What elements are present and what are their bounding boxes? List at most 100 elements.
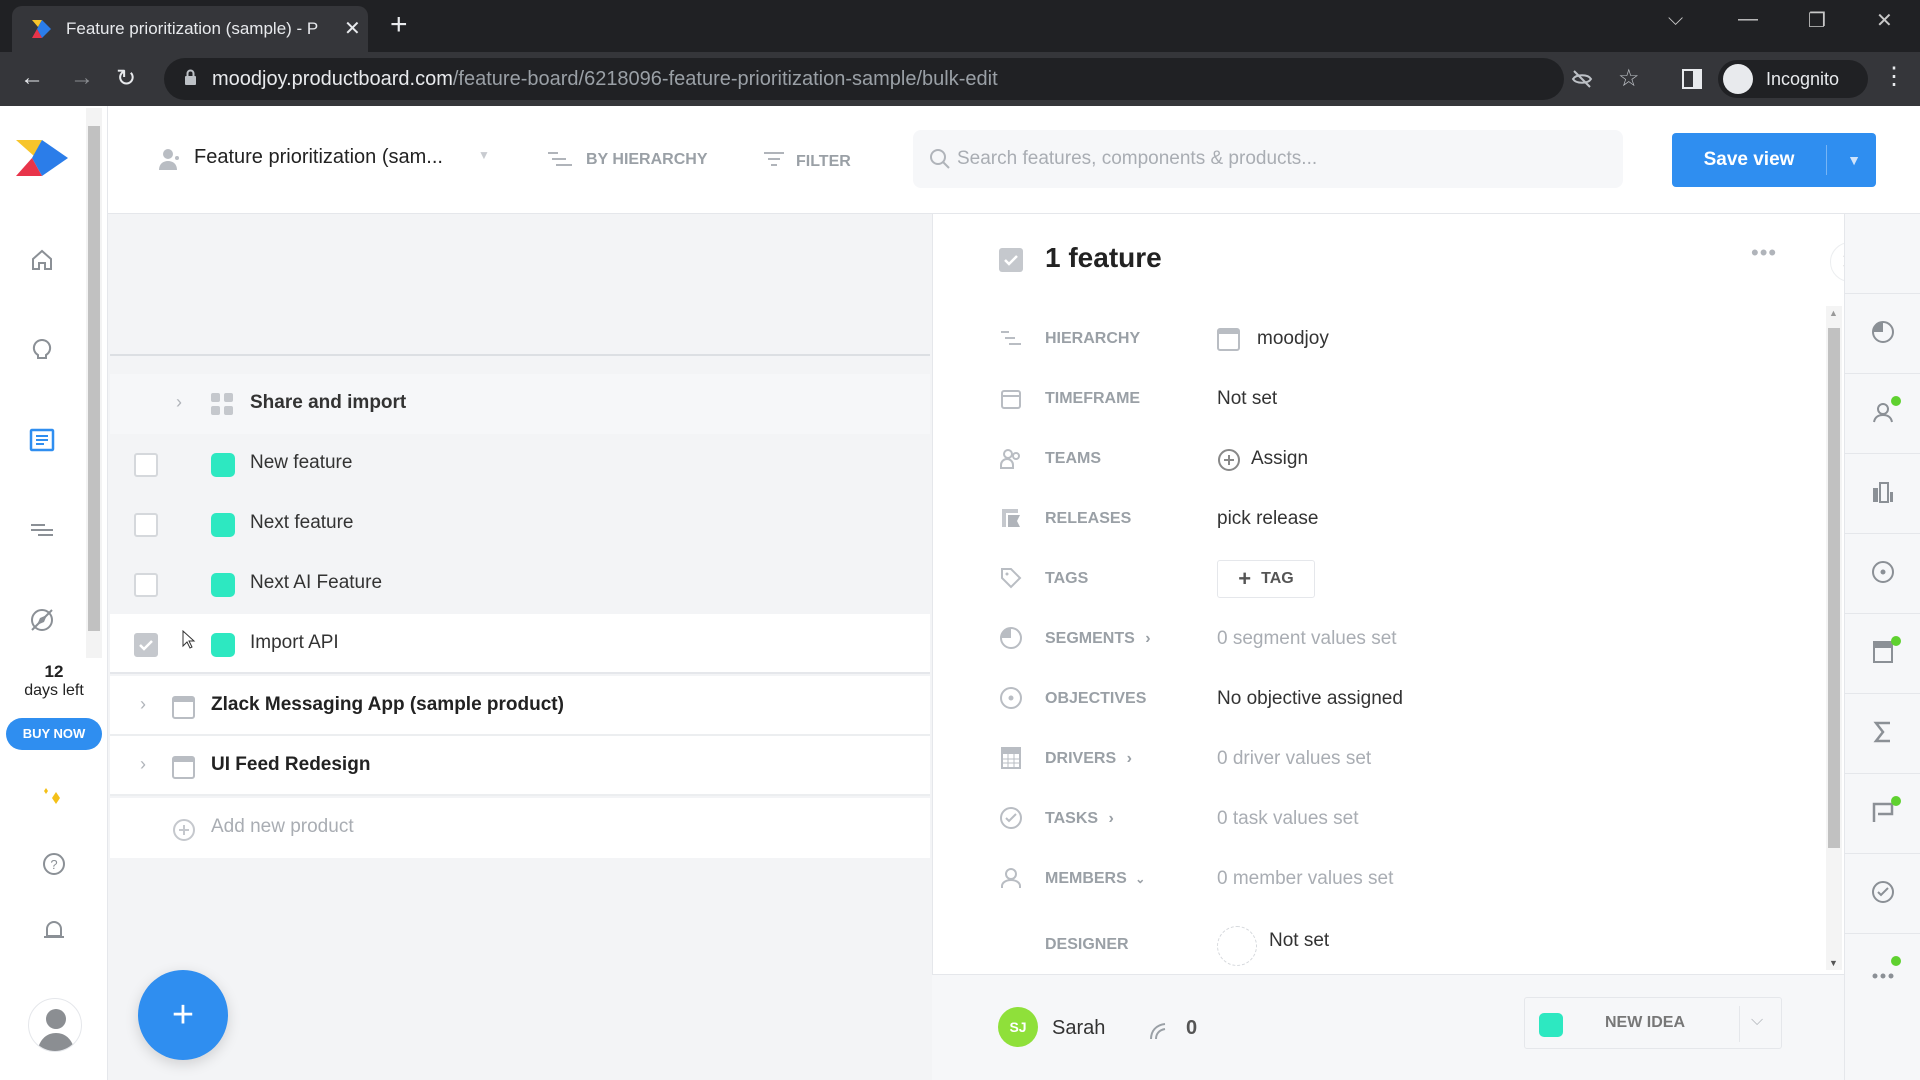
property-members: MEMBERS ⌄ 0 member values set (999, 860, 1759, 900)
user-avatar[interactable] (28, 998, 82, 1052)
browser-tab-bar: Feature prioritization (sample) - P ✕ + … (0, 0, 1920, 52)
more-options-icon[interactable]: ••• (1751, 240, 1777, 266)
rail-company-button[interactable] (1845, 454, 1920, 534)
close-window-icon[interactable]: ✕ (1876, 8, 1893, 33)
objective-value[interactable]: No objective assigned (1217, 688, 1403, 710)
product-row[interactable]: › Zlack Messaging App (sample product) (110, 676, 930, 736)
rail-segments-button[interactable] (1845, 294, 1920, 374)
indicator-dot (1891, 956, 1901, 966)
address-bar: ← → ↻ moodjoy.productboard.com/feature-b… (0, 52, 1920, 106)
create-feature-fab[interactable]: + (138, 970, 228, 1060)
tasks-icon (1872, 881, 1894, 903)
rail-sum-button[interactable] (1845, 694, 1920, 774)
roadmap-icon[interactable] (28, 516, 56, 544)
productboard-logo[interactable] (14, 138, 70, 178)
close-tab-icon[interactable]: ✕ (344, 16, 361, 41)
status-swatch (211, 633, 235, 657)
search-input[interactable] (957, 130, 1607, 188)
product-icon (1217, 328, 1240, 351)
mouse-cursor-icon (182, 630, 196, 649)
expand-chevron-icon[interactable]: › (140, 694, 146, 715)
new-tab-icon[interactable]: + (390, 8, 408, 42)
rail-tasks-button[interactable] (1845, 854, 1920, 934)
timeframe-value[interactable]: Not set (1217, 388, 1277, 410)
incognito-profile-button[interactable]: Incognito (1718, 60, 1868, 98)
drivers-label[interactable]: DRIVERS › (1045, 750, 1132, 768)
buy-now-button[interactable]: BUY NOW (6, 718, 102, 750)
back-icon[interactable]: ← (20, 64, 44, 92)
tasks-label[interactable]: TASKS › (1045, 810, 1114, 828)
pick-release-button[interactable]: pick release (1217, 508, 1318, 530)
compass-icon[interactable] (28, 606, 56, 634)
feature-checkbox-checked[interactable] (134, 633, 158, 657)
expand-chevron-icon[interactable]: › (176, 392, 182, 413)
segments-label[interactable]: SEGMENTS › (1045, 630, 1151, 648)
status-dropdown[interactable]: NEW IDEA ⌵ (1524, 997, 1782, 1049)
eye-off-icon[interactable] (1571, 69, 1593, 89)
owner-avatar[interactable]: SJ (998, 1007, 1038, 1047)
hierarchy-value[interactable]: moodjoy (1257, 328, 1329, 350)
lock-icon (185, 69, 196, 85)
feature-row[interactable]: New feature (110, 434, 930, 494)
feature-row[interactable]: Next AI Feature (110, 554, 930, 614)
lightbulb-icon[interactable] (28, 336, 56, 364)
add-new-product-button[interactable]: Add new product (110, 798, 930, 858)
left-nav-scrollbar[interactable] (86, 108, 102, 658)
feature-row-selected[interactable]: Import API (110, 614, 930, 674)
feature-checkbox[interactable] (134, 513, 158, 537)
property-drivers: DRIVERS › 0 driver values set (999, 740, 1759, 780)
rail-more-button[interactable] (1845, 934, 1920, 1014)
add-tag-button[interactable]: + TAG (1217, 560, 1315, 598)
board-icon[interactable] (28, 426, 56, 454)
owner-name[interactable]: Sarah (1052, 1017, 1105, 1040)
help-icon[interactable]: ? (40, 850, 68, 878)
panel-scrollbar[interactable]: ▲ ▼ (1826, 306, 1842, 970)
restore-icon[interactable]: ❐ (1808, 8, 1826, 33)
add-circle-icon (1218, 449, 1240, 471)
rail-drivers-button[interactable] (1845, 614, 1920, 694)
side-panel-icon[interactable] (1682, 69, 1702, 89)
reload-icon[interactable]: ↻ (116, 64, 136, 93)
assign-team-button[interactable]: Assign (1251, 448, 1308, 470)
product-icon (172, 756, 195, 779)
members-icon (1001, 868, 1021, 888)
browser-menu-icon[interactable]: ⋮ (1882, 62, 1906, 91)
rail-release-button[interactable] (1845, 774, 1920, 854)
feature-checkbox[interactable] (134, 453, 158, 477)
save-view-button[interactable]: Save view (1672, 133, 1826, 187)
tag-icon (1001, 568, 1022, 589)
hierarchy-icon (1001, 331, 1021, 345)
chevron-right-icon: › (1145, 630, 1151, 647)
expand-chevron-icon[interactable]: › (140, 754, 146, 775)
group-by-hierarchy-button[interactable]: BY HIERARCHY (548, 150, 708, 169)
members-label[interactable]: MEMBERS ⌄ (1045, 870, 1145, 888)
chevron-right-icon: › (1108, 810, 1114, 827)
url-field[interactable]: moodjoy.productboard.com/feature-board/6… (164, 58, 1640, 100)
sparkle-icon[interactable] (40, 784, 68, 812)
chevron-right-icon: › (1126, 750, 1132, 767)
product-row[interactable]: › UI Feed Redesign (110, 736, 930, 796)
save-view-dropdown-chevron-icon[interactable]: ▼ (1834, 133, 1874, 187)
bookmark-star-icon[interactable]: ☆ (1618, 64, 1640, 93)
bulk-select-checkbox[interactable] (999, 248, 1023, 272)
filter-button[interactable]: FILTER (764, 150, 851, 171)
designer-value[interactable]: Not set (1269, 930, 1329, 952)
browser-tab[interactable]: Feature prioritization (sample) - P ✕ (12, 6, 368, 52)
forward-icon[interactable]: → (70, 64, 94, 92)
home-icon[interactable] (28, 246, 56, 274)
incognito-icon (1723, 64, 1753, 94)
calendar-icon (1001, 390, 1021, 409)
property-releases: RELEASES pick release (999, 500, 1759, 540)
component-row[interactable]: › Share and import (110, 374, 930, 434)
tab-search-icon[interactable]: ⌵ (1668, 8, 1683, 31)
rail-persona-button[interactable] (1845, 374, 1920, 454)
feature-row[interactable]: Next feature (110, 494, 930, 554)
rail-objectives-button[interactable] (1845, 534, 1920, 614)
segments-icon (1000, 627, 1022, 649)
bell-icon[interactable] (40, 916, 68, 944)
designer-avatar-placeholder[interactable] (1217, 926, 1257, 966)
minimize-icon[interactable]: — (1738, 8, 1758, 31)
votes-count: 0 (1186, 1017, 1198, 1039)
objective-icon (1872, 561, 1894, 583)
feature-checkbox[interactable] (134, 573, 158, 597)
